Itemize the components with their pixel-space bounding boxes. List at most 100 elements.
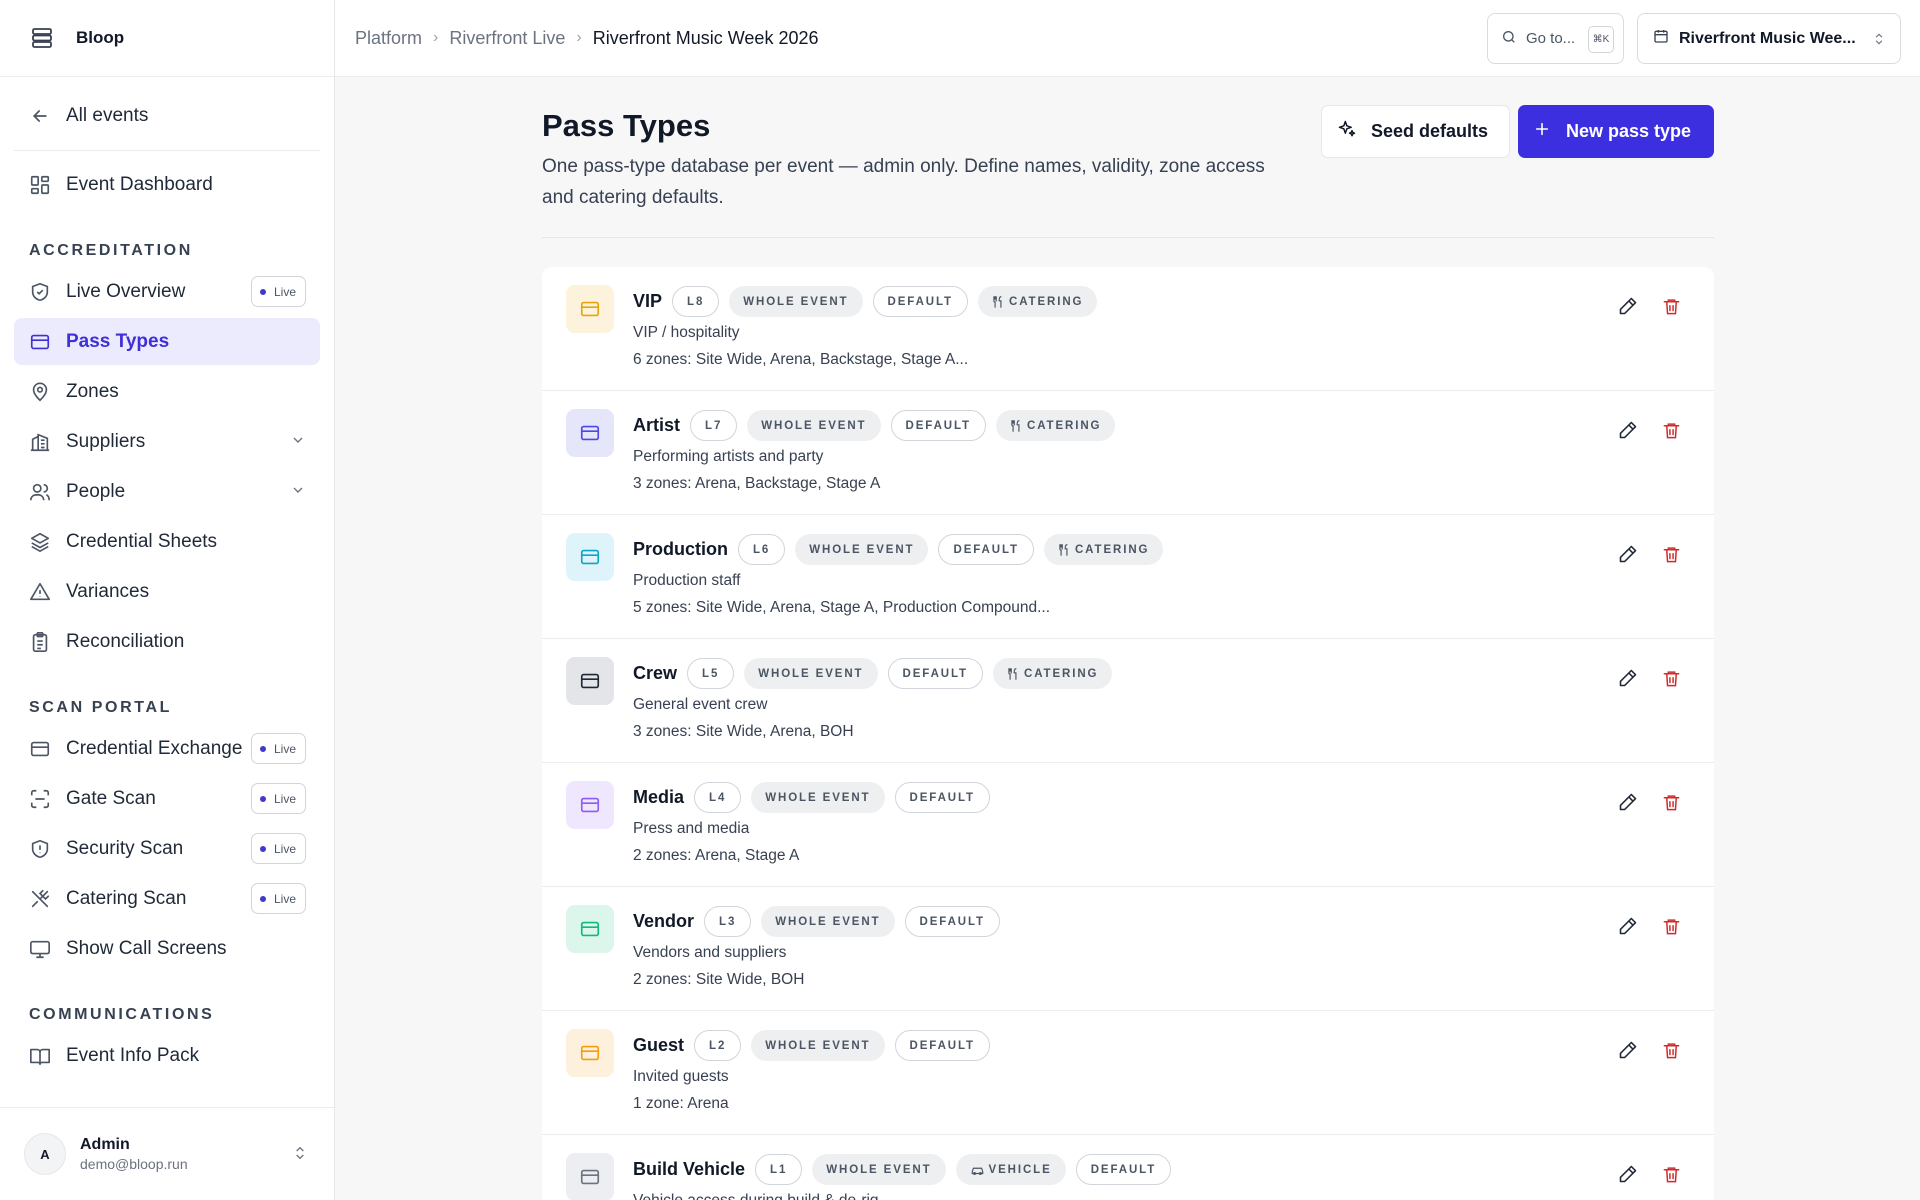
- sidebar-item-label: People: [66, 480, 126, 502]
- section-scan-portal: SCAN PORTAL: [29, 699, 172, 716]
- validity-chip: WHOLE EVENT: [751, 1030, 885, 1061]
- pass-zones: 2 zones: Site Wide, BOH: [633, 971, 805, 988]
- sidebar-item-gate-scan[interactable]: Gate Scan Live: [14, 775, 320, 822]
- edit-pencil-icon[interactable]: [1615, 541, 1641, 567]
- default-chip: DEFAULT: [890, 410, 986, 441]
- delete-trash-icon[interactable]: [1658, 1037, 1684, 1063]
- table-row[interactable]: VIP L8 WHOLE EVENT DEFAULT CATERING VIP /…: [542, 267, 1714, 391]
- delete-trash-icon[interactable]: [1658, 541, 1684, 567]
- sidebar-item-label: Credential Sheets: [66, 530, 218, 552]
- pass-zones: 5 zones: Site Wide, Arena, Stage A, Prod…: [633, 599, 1051, 616]
- sidebar-item-zones[interactable]: Zones: [14, 368, 320, 415]
- car-icon: [970, 1163, 989, 1177]
- pass-subtitle: Vehicle access during build & de-rig: [633, 1192, 879, 1200]
- live-label: Live: [273, 791, 296, 806]
- breadcrumb-current: Riverfront Music Week 2026: [592, 27, 819, 48]
- delete-trash-icon[interactable]: [1658, 1161, 1684, 1187]
- pass-type-list: VIP L8 WHOLE EVENT DEFAULT CATERING VIP /…: [542, 267, 1714, 1200]
- chip-label: DEFAULT: [909, 791, 975, 804]
- edit-pencil-icon[interactable]: [1615, 417, 1641, 443]
- validity-chip: WHOLE EVENT: [729, 286, 863, 317]
- brand[interactable]: Bloop: [0, 0, 334, 77]
- pass-subtitle: VIP / hospitality: [633, 324, 740, 341]
- table-row[interactable]: Artist L7 WHOLE EVENT DEFAULT CATERING Pe…: [542, 391, 1714, 515]
- breadcrumb-venue[interactable]: Riverfront Live: [449, 28, 565, 49]
- chevron-right-icon: ›: [576, 29, 582, 46]
- pass-name: VIP: [633, 291, 663, 311]
- pass-subtitle: General event crew: [633, 696, 768, 713]
- pass-name: Guest: [633, 1035, 685, 1055]
- sidebar-item-people[interactable]: People: [14, 468, 320, 515]
- sidebar-item-show-call-screens[interactable]: Show Call Screens: [14, 925, 320, 972]
- chip-label: DEFAULT: [909, 1039, 975, 1052]
- delete-trash-icon[interactable]: [1658, 789, 1684, 815]
- sidebar-item-security-scan[interactable]: Security Scan Live: [14, 825, 320, 872]
- sidebar-item-all-events[interactable]: All events: [14, 91, 320, 140]
- delete-trash-icon[interactable]: [1658, 913, 1684, 939]
- shield-alert-icon: [28, 837, 52, 861]
- sidebar-item-live-overview[interactable]: Live Overview Live: [14, 268, 320, 315]
- vehicle-chip: VEHICLE: [955, 1154, 1066, 1185]
- sidebar-item-catering-scan[interactable]: Catering Scan Live: [14, 875, 320, 922]
- chip-label: DEFAULT: [902, 667, 968, 680]
- edit-pencil-icon[interactable]: [1615, 1161, 1641, 1187]
- default-chip: DEFAULT: [1075, 1154, 1172, 1185]
- goto-search-button[interactable]: Go to... ⌘K: [1487, 13, 1624, 64]
- edit-pencil-icon[interactable]: [1615, 665, 1641, 691]
- pass-card-icon: [566, 533, 614, 581]
- sidebar-item-suppliers[interactable]: Suppliers: [14, 418, 320, 465]
- sidebar-item-variances[interactable]: Variances: [14, 568, 320, 615]
- chip-label: DEFAULT: [905, 419, 971, 432]
- pass-card-icon: [566, 409, 614, 457]
- new-pass-type-button[interactable]: New pass type: [1518, 105, 1714, 158]
- map-pin-icon: [28, 380, 52, 404]
- level-chip: L3: [704, 906, 752, 937]
- level-chip: L7: [690, 410, 738, 441]
- pass-subtitle: Performing artists and party: [633, 448, 824, 465]
- catering-chip: CATERING: [977, 286, 1098, 317]
- table-row[interactable]: Production L6 WHOLE EVENT DEFAULT CATERIN…: [542, 515, 1714, 639]
- pass-card-icon: [566, 285, 614, 333]
- breadcrumb-platform[interactable]: Platform: [355, 28, 422, 49]
- edit-pencil-icon[interactable]: [1615, 789, 1641, 815]
- clipboard-icon: [28, 630, 52, 654]
- scan-frame-icon: [28, 787, 52, 811]
- pass-zones: 2 zones: Arena, Stage A: [633, 847, 800, 864]
- database-stack-icon: [28, 24, 56, 52]
- table-row[interactable]: Guest L2 WHOLE EVENT DEFAULT Invited gue…: [542, 1011, 1714, 1135]
- sidebar-item-reconciliation[interactable]: Reconciliation: [14, 618, 320, 665]
- sidebar-item-label: Credential Exchange: [66, 737, 243, 759]
- credit-card-icon: [28, 737, 52, 761]
- breadcrumb: Platform › Riverfront Live › Riverfront …: [355, 28, 819, 49]
- sidebar-item-pass-types[interactable]: Pass Types: [14, 318, 320, 365]
- pass-card-icon: [566, 1029, 614, 1077]
- seed-defaults-button[interactable]: Seed defaults: [1321, 105, 1510, 158]
- delete-trash-icon[interactable]: [1658, 665, 1684, 691]
- delete-trash-icon[interactable]: [1658, 417, 1684, 443]
- sidebar-item-event-dashboard[interactable]: Event Dashboard: [14, 161, 320, 208]
- chip-label: CATERING: [1026, 419, 1102, 432]
- validity-chip: WHOLE EVENT: [795, 534, 929, 565]
- edit-pencil-icon[interactable]: [1615, 293, 1641, 319]
- user-menu[interactable]: A Admin demo@bloop.run: [0, 1107, 334, 1200]
- table-row[interactable]: Vendor L3 WHOLE EVENT DEFAULT Vendors an…: [542, 887, 1714, 1011]
- warning-triangle-icon: [28, 580, 52, 604]
- edit-pencil-icon[interactable]: [1615, 1037, 1641, 1063]
- goto-label: Go to...: [1526, 30, 1576, 47]
- edit-pencil-icon[interactable]: [1615, 913, 1641, 939]
- table-row[interactable]: Media L4 WHOLE EVENT DEFAULT Press and m…: [542, 763, 1714, 887]
- validity-chip: WHOLE EVENT: [744, 658, 878, 689]
- delete-trash-icon[interactable]: [1658, 293, 1684, 319]
- sidebar-item-event-info-pack[interactable]: Event Info Pack: [14, 1032, 320, 1079]
- live-dot-icon: [259, 795, 266, 802]
- sidebar-item-credential-sheets[interactable]: Credential Sheets: [14, 518, 320, 565]
- sidebar-item-label: Event Dashboard: [66, 173, 213, 195]
- event-selector[interactable]: Riverfront Music Wee...: [1637, 13, 1901, 64]
- table-row[interactable]: Crew L5 WHOLE EVENT DEFAULT CATERING Gene…: [542, 639, 1714, 763]
- catering-chip: CATERING: [992, 658, 1113, 689]
- sidebar-item-credential-exchange[interactable]: Credential Exchange Live: [14, 725, 320, 772]
- level-chip: L8: [672, 286, 720, 317]
- live-badge: Live: [250, 883, 306, 914]
- keyboard-shortcut: ⌘K: [1588, 26, 1614, 53]
- table-row[interactable]: Build Vehicle L1 WHOLE EVENT VEHICLE DEFA…: [542, 1135, 1714, 1200]
